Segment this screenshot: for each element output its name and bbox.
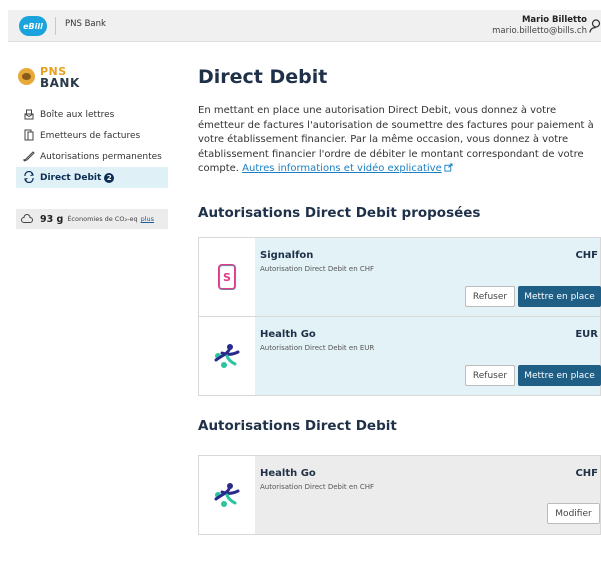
- sidebar-item-mailbox[interactable]: Boîte aux lettres: [16, 104, 168, 125]
- biller-logo-cell: [199, 456, 255, 534]
- signature-icon: [23, 151, 35, 162]
- page-title: Direct Debit: [198, 66, 328, 88]
- sidebar-item-label: Autorisations permanentes: [40, 151, 162, 162]
- cloud-icon: [21, 214, 33, 223]
- sidebar-item-direct-debit[interactable]: Direct Debit 2: [16, 167, 168, 188]
- biller-name: Health Go: [260, 329, 316, 340]
- setup-button[interactable]: Mettre en place: [518, 286, 601, 307]
- brand-line-2: BANK: [40, 76, 80, 90]
- reject-button[interactable]: Refuser: [465, 286, 515, 307]
- sidebar-item-billers[interactable]: Emetteurs de factures: [16, 125, 168, 146]
- document-icon: [24, 129, 34, 141]
- user-name[interactable]: Mario Billetto: [522, 15, 587, 25]
- biller-logo-cell: S: [199, 238, 255, 316]
- sidebar-item-label: Direct Debit: [40, 172, 102, 183]
- modify-button[interactable]: Modifier: [547, 503, 600, 524]
- reject-button[interactable]: Refuser: [465, 365, 515, 386]
- proposal-card-signalfon: S Signalfon Autorisation Direct Debit en…: [198, 237, 601, 317]
- biller-name: Signalfon: [260, 250, 314, 261]
- topbar-divider: [55, 17, 56, 35]
- lion-logo-icon: [18, 68, 35, 85]
- proposal-details: Health Go Autorisation Direct Debit en E…: [255, 317, 601, 395]
- authorization-card-health-go: Health Go Autorisation Direct Debit en C…: [198, 455, 601, 535]
- pns-bank-logo[interactable]: PNS BANK: [16, 65, 96, 91]
- proposal-details: Signalfon Autorisation Direct Debit en C…: [255, 238, 601, 316]
- co2-more-link[interactable]: plus: [141, 215, 154, 223]
- bank-name: PNS Bank: [65, 19, 106, 29]
- notification-badge: 2: [104, 172, 115, 183]
- phone-app-icon: S: [218, 264, 237, 290]
- co2-savings: 93 g Économies de CO₂-eq plus: [16, 209, 168, 229]
- currency-label: CHF: [575, 250, 598, 261]
- user-email: mario.billetto@bills.ch: [492, 26, 587, 36]
- info-video-link[interactable]: Autres informations et vidéo explicative: [242, 163, 442, 174]
- mailbox-icon: [24, 109, 34, 120]
- authorization-details: Health Go Autorisation Direct Debit en C…: [255, 456, 600, 534]
- intro-text: En mettant en place une autorisation Dir…: [198, 104, 601, 177]
- co2-value: 93 g: [40, 213, 64, 225]
- biller-subtitle: Autorisation Direct Debit en CHF: [260, 265, 375, 273]
- proposed-section-title: Autorisations Direct Debit proposées: [198, 205, 481, 221]
- co2-label: Économies de CO₂-eq: [67, 215, 138, 223]
- user-icon[interactable]: [589, 19, 601, 33]
- sidebar-item-standing-authorizations[interactable]: Autorisations permanentes: [16, 146, 168, 167]
- sync-icon: [24, 171, 34, 183]
- active-section-title: Autorisations Direct Debit: [198, 418, 397, 434]
- health-go-icon: [214, 344, 240, 368]
- health-go-icon: [214, 483, 240, 507]
- svg-text:S: S: [223, 271, 231, 284]
- setup-button[interactable]: Mettre en place: [518, 365, 601, 386]
- currency-label: CHF: [575, 468, 598, 479]
- ebill-logo[interactable]: eBill: [19, 16, 47, 36]
- biller-subtitle: Autorisation Direct Debit en CHF: [260, 483, 375, 491]
- top-bar: eBill PNS Bank Mario Billetto mario.bill…: [8, 10, 601, 42]
- currency-label: EUR: [575, 329, 598, 340]
- sidebar-nav: Boîte aux lettres Emetteurs de factures …: [16, 104, 168, 188]
- sidebar-item-label: Boîte aux lettres: [40, 109, 115, 120]
- biller-subtitle: Autorisation Direct Debit en EUR: [260, 344, 375, 352]
- proposal-card-health-go: Health Go Autorisation Direct Debit en E…: [198, 316, 601, 396]
- external-link-icon[interactable]: [444, 163, 453, 172]
- biller-logo-cell: [199, 317, 255, 395]
- biller-name: Health Go: [260, 468, 316, 479]
- sidebar-item-label: Emetteurs de factures: [40, 130, 141, 141]
